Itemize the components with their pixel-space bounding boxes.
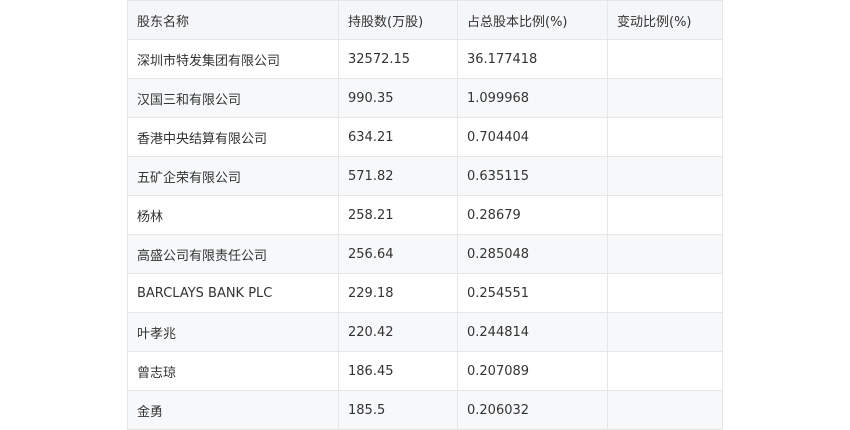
table-row: BARCLAYS BANK PLC 229.18 0.254551 bbox=[127, 273, 723, 313]
table-row: 深圳市特发集团有限公司 32572.15 36.177418 bbox=[127, 39, 723, 79]
table-row: 曾志琼 186.45 0.207089 bbox=[127, 351, 723, 391]
table-row: 香港中央结算有限公司 634.21 0.704404 bbox=[127, 117, 723, 157]
cell-shares-held: 185.5 bbox=[338, 390, 458, 430]
cell-share-ratio: 0.207089 bbox=[457, 351, 608, 391]
cell-shareholder-name: 汉国三和有限公司 bbox=[127, 78, 339, 118]
cell-change-ratio bbox=[607, 390, 723, 430]
cell-share-ratio: 0.704404 bbox=[457, 117, 608, 157]
cell-change-ratio bbox=[607, 39, 723, 79]
cell-shareholder-name: 曾志琼 bbox=[127, 351, 339, 391]
cell-share-ratio: 0.28679 bbox=[457, 195, 608, 235]
table-row: 汉国三和有限公司 990.35 1.099968 bbox=[127, 78, 723, 118]
cell-change-ratio bbox=[607, 117, 723, 157]
cell-shareholder-name: 五矿企荣有限公司 bbox=[127, 156, 339, 196]
cell-share-ratio: 0.635115 bbox=[457, 156, 608, 196]
header-shares-held: 持股数(万股) bbox=[338, 0, 458, 40]
table-header-row: 股东名称 持股数(万股) 占总股本比例(%) 变动比例(%) bbox=[127, 0, 723, 40]
cell-shareholder-name: 香港中央结算有限公司 bbox=[127, 117, 339, 157]
cell-shares-held: 258.21 bbox=[338, 195, 458, 235]
cell-shares-held: 571.82 bbox=[338, 156, 458, 196]
cell-change-ratio bbox=[607, 351, 723, 391]
cell-shareholder-name: 金勇 bbox=[127, 390, 339, 430]
cell-shares-held: 220.42 bbox=[338, 312, 458, 352]
cell-share-ratio: 36.177418 bbox=[457, 39, 608, 79]
cell-share-ratio: 0.206032 bbox=[457, 390, 608, 430]
cell-shareholder-name: BARCLAYS BANK PLC bbox=[127, 273, 339, 313]
cell-shares-held: 229.18 bbox=[338, 273, 458, 313]
cell-share-ratio: 0.244814 bbox=[457, 312, 608, 352]
cell-shares-held: 186.45 bbox=[338, 351, 458, 391]
cell-change-ratio bbox=[607, 156, 723, 196]
cell-shareholder-name: 叶孝兆 bbox=[127, 312, 339, 352]
table-row: 叶孝兆 220.42 0.244814 bbox=[127, 312, 723, 352]
cell-share-ratio: 0.285048 bbox=[457, 234, 608, 274]
cell-share-ratio: 0.254551 bbox=[457, 273, 608, 313]
cell-change-ratio bbox=[607, 273, 723, 313]
cell-shareholder-name: 杨林 bbox=[127, 195, 339, 235]
table-row: 杨林 258.21 0.28679 bbox=[127, 195, 723, 235]
table-row: 高盛公司有限责任公司 256.64 0.285048 bbox=[127, 234, 723, 274]
cell-change-ratio bbox=[607, 195, 723, 235]
cell-shares-held: 32572.15 bbox=[338, 39, 458, 79]
cell-change-ratio bbox=[607, 78, 723, 118]
cell-change-ratio bbox=[607, 234, 723, 274]
cell-change-ratio bbox=[607, 312, 723, 352]
header-share-ratio: 占总股本比例(%) bbox=[457, 0, 608, 40]
shareholder-table-container: 股东名称 持股数(万股) 占总股本比例(%) 变动比例(%) 深圳市特发集团有限… bbox=[127, 0, 723, 430]
cell-share-ratio: 1.099968 bbox=[457, 78, 608, 118]
cell-shareholder-name: 深圳市特发集团有限公司 bbox=[127, 39, 339, 79]
cell-shares-held: 990.35 bbox=[338, 78, 458, 118]
cell-shares-held: 634.21 bbox=[338, 117, 458, 157]
header-shareholder-name: 股东名称 bbox=[127, 0, 339, 40]
shareholder-table: 股东名称 持股数(万股) 占总股本比例(%) 变动比例(%) 深圳市特发集团有限… bbox=[127, 0, 723, 430]
cell-shares-held: 256.64 bbox=[338, 234, 458, 274]
table-row: 金勇 185.5 0.206032 bbox=[127, 390, 723, 430]
table-row: 五矿企荣有限公司 571.82 0.635115 bbox=[127, 156, 723, 196]
header-change-ratio: 变动比例(%) bbox=[607, 0, 723, 40]
cell-shareholder-name: 高盛公司有限责任公司 bbox=[127, 234, 339, 274]
